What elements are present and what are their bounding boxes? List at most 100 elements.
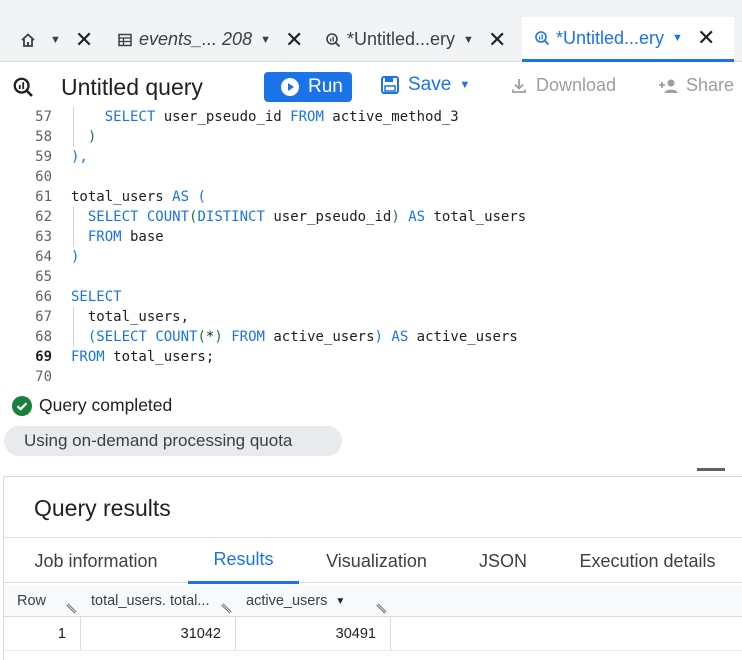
table-header: Row ∥ total_users. total... ∥ active_use… — [4, 585, 742, 617]
line-number: 67 — [35, 309, 52, 325]
home-icon — [20, 32, 36, 48]
line-number: 70 — [35, 369, 52, 385]
code-line[interactable]: 69 FROM total_users; — [0, 347, 742, 367]
code-line[interactable]: 68 (SELECT COUNT(*) FROM active_users) A… — [0, 327, 742, 347]
query-toolbar: Untitled query Run Save ▼ Download Share… — [0, 62, 742, 112]
run-label: Run — [308, 76, 343, 97]
save-icon — [381, 76, 399, 94]
download-label: Download — [536, 75, 617, 95]
code-text: SELECT user_pseudo_id FROM active_method… — [104, 109, 459, 125]
code-text: FROM base — [87, 229, 164, 245]
close-icon[interactable]: ✕ — [285, 28, 303, 51]
quota-chip[interactable]: Using on-demand processing quota — [4, 426, 342, 456]
tab-strip: ▼ ✕ events_... 208 ▼ ✕ *Untitled...ery ▼… — [0, 0, 742, 62]
code-line[interactable]: 67 total_users, — [0, 307, 742, 327]
status-message: Query completed — [39, 395, 173, 415]
line-number: 57 — [35, 109, 52, 125]
sort-down-icon[interactable]: ▼ — [335, 596, 345, 607]
code-line[interactable]: 64) — [0, 247, 742, 267]
column-header-active-users[interactable]: active_users ▼ — [246, 585, 345, 617]
code-line[interactable]: 65 — [0, 267, 742, 287]
check-circle-icon — [12, 395, 32, 416]
chevron-down-icon[interactable]: ▼ — [463, 34, 474, 46]
results-tabs: Job information Results Visualization JS… — [4, 537, 742, 584]
code-text: FROM total_users; — [71, 349, 215, 365]
tab-json[interactable]: JSON — [454, 538, 552, 584]
chevron-down-icon[interactable]: ▼ — [672, 32, 683, 44]
line-number: 64 — [35, 249, 52, 265]
download-button[interactable]: Download — [510, 75, 616, 96]
code-text: SELECT COUNT(DISTINCT user_pseudo_id) AS… — [87, 209, 527, 225]
code-text: SELECT — [71, 289, 122, 305]
tab-label: events_... 208 — [139, 29, 253, 49]
save-button[interactable]: Save ▼ — [380, 74, 470, 96]
results-title: Query results — [34, 495, 171, 521]
line-number: 69 — [35, 349, 52, 365]
tab-execution-details[interactable]: Execution details — [552, 538, 742, 584]
tab-untitled-query-2[interactable]: *Untitled...ery ▼ ✕ — [522, 17, 734, 62]
code-line[interactable]: 70 — [0, 367, 742, 386]
column-resize-handle[interactable]: ∥ — [64, 601, 78, 615]
tab-visualization[interactable]: Visualization — [299, 538, 454, 584]
column-resize-handle[interactable]: ∥ — [219, 601, 233, 615]
quota-label: Using on-demand processing quota — [24, 431, 293, 450]
play-circle-icon — [281, 78, 299, 96]
add-person-icon — [659, 79, 678, 93]
column-header-total-users[interactable]: total_users. total... — [91, 585, 209, 617]
line-number: 68 — [35, 329, 52, 345]
query-icon — [12, 76, 34, 103]
query-title[interactable]: Untitled query — [61, 74, 203, 101]
tab-home[interactable]: ▼ ✕ — [20, 17, 93, 62]
code-line[interactable]: 66 SELECT — [0, 287, 742, 307]
column-resize-handle[interactable]: ∥ — [374, 601, 388, 615]
line-number: 59 — [35, 149, 52, 165]
code-text: total_users, — [71, 309, 190, 325]
drag-handle[interactable] — [697, 468, 725, 471]
query-icon — [534, 30, 550, 46]
line-number: 66 — [35, 289, 52, 305]
run-button[interactable]: Run — [264, 72, 352, 102]
code-line[interactable]: 58 ) — [0, 127, 742, 147]
close-icon[interactable]: ✕ — [488, 28, 506, 51]
line-number: 63 — [35, 229, 52, 245]
line-number: 62 — [35, 209, 52, 225]
code-text: (SELECT COUNT(*) FROM active_users) AS a… — [87, 329, 518, 345]
chevron-down-icon: ▼ — [459, 79, 471, 91]
chevron-down-icon[interactable]: ▼ — [50, 34, 61, 46]
code-line[interactable]: 61 total_users AS ( — [0, 187, 742, 207]
code-line[interactable]: 63 FROM base — [0, 227, 742, 247]
share-label: Share — [686, 75, 735, 95]
query-status: Query completed — [12, 395, 172, 416]
tab-job-information[interactable]: Job information — [4, 538, 188, 584]
download-icon — [512, 78, 526, 93]
column-header-label: active_users — [246, 593, 328, 609]
save-label: Save — [408, 74, 452, 95]
share-button[interactable]: Share ▼ — [658, 75, 742, 96]
code-text: ), — [71, 149, 88, 165]
line-number: 58 — [35, 129, 52, 145]
table-row: 1 31042 30491 — [4, 617, 742, 651]
close-icon[interactable]: ✕ — [75, 28, 93, 51]
table-icon — [117, 32, 133, 48]
code-text: ) — [87, 129, 97, 145]
line-number: 61 — [35, 189, 52, 205]
code-line[interactable]: 60 — [0, 167, 742, 187]
code-line[interactable]: 62 SELECT COUNT(DISTINCT user_pseudo_id)… — [0, 207, 742, 227]
cell-total-users[interactable]: 31042 — [81, 617, 236, 651]
tab-label: *Untitled...ery — [347, 29, 456, 49]
column-header-row[interactable]: Row — [17, 585, 46, 617]
code-text: ) — [71, 249, 80, 265]
tab-results[interactable]: Results — [188, 538, 299, 584]
line-number: 60 — [35, 169, 52, 185]
tab-label: *Untitled...ery — [556, 27, 665, 48]
code-line[interactable]: 59), — [0, 147, 742, 167]
tab-untitled-query-1[interactable]: *Untitled...ery ▼ ✕ — [325, 17, 506, 62]
line-number: 65 — [35, 269, 52, 285]
chevron-down-icon[interactable]: ▼ — [260, 34, 271, 46]
close-icon[interactable]: ✕ — [697, 27, 715, 49]
tab-events-table[interactable]: events_... 208 ▼ ✕ — [117, 17, 303, 62]
sql-editor[interactable]: 57 SELECT user_pseudo_id FROM active_met… — [0, 107, 742, 386]
results-panel: Query results Job information Results Vi… — [3, 468, 742, 660]
cell-active-users[interactable]: 30491 — [236, 617, 391, 651]
code-line[interactable]: 57 SELECT user_pseudo_id FROM active_met… — [0, 107, 742, 127]
